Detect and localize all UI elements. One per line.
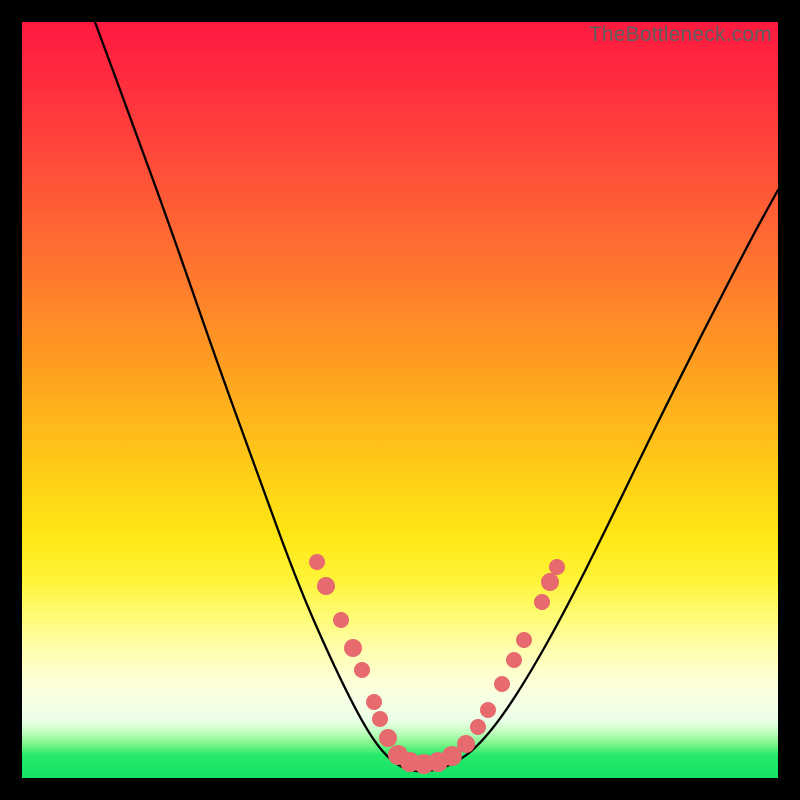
- highlight-dot: [317, 577, 335, 595]
- highlight-dot: [333, 612, 349, 628]
- bottleneck-curve: [95, 22, 778, 771]
- highlight-dot: [354, 662, 370, 678]
- highlight-dot: [366, 694, 382, 710]
- highlight-dot: [516, 632, 532, 648]
- highlight-dot: [541, 573, 559, 591]
- highlight-dot: [372, 711, 388, 727]
- chart-frame: TheBottleneck.com: [0, 0, 800, 800]
- highlight-dot: [480, 702, 496, 718]
- highlight-dot: [549, 559, 565, 575]
- highlight-dot: [506, 652, 522, 668]
- curve-svg: [22, 22, 778, 778]
- plot-area: TheBottleneck.com: [22, 22, 778, 778]
- highlight-dot: [534, 594, 550, 610]
- highlight-dot: [379, 729, 397, 747]
- highlight-dot: [494, 676, 510, 692]
- marker-group: [309, 554, 565, 774]
- highlight-dot: [470, 719, 486, 735]
- highlight-dot: [309, 554, 325, 570]
- highlight-dot: [457, 735, 475, 753]
- highlight-dot: [344, 639, 362, 657]
